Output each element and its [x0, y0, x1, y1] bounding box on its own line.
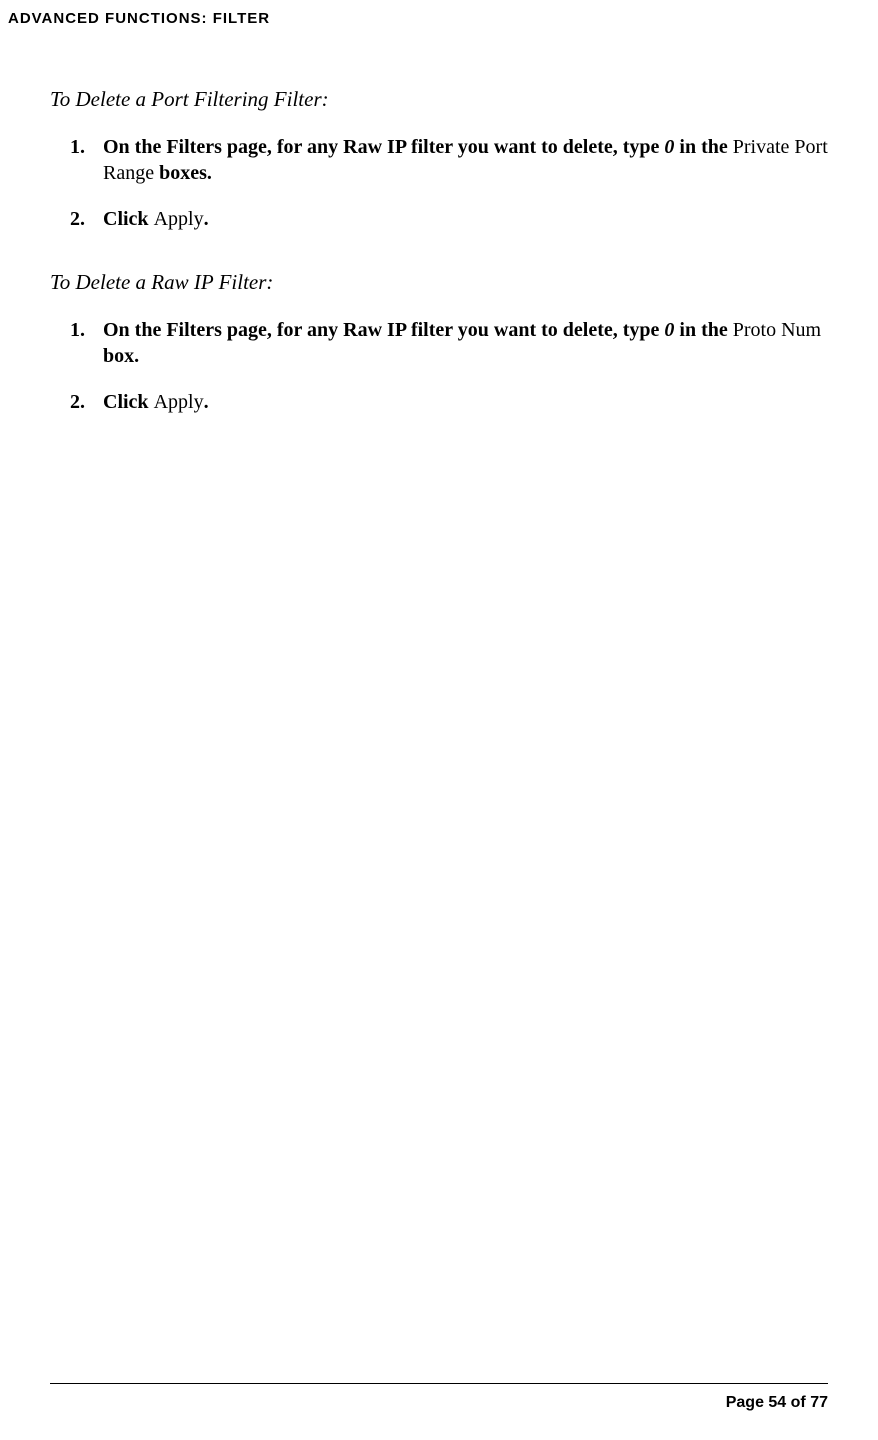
page-content: To Delete a Port Filtering Filter:1.On t…: [0, 27, 878, 415]
item-body: Click Apply.: [103, 206, 828, 232]
item-number: 2.: [70, 389, 103, 415]
text-run: On the Filters page, for any Raw IP filt…: [103, 136, 664, 158]
section-block: To Delete a Port Filtering Filter: 1.On t…: [50, 87, 828, 232]
text-run: .: [204, 391, 209, 413]
text-run: Proto Num: [733, 319, 821, 341]
text-run: in the: [674, 136, 732, 158]
item-body: Click Apply.: [103, 389, 828, 415]
item-body: On the Filters page, for any Raw IP filt…: [103, 317, 828, 369]
page-header: ADVANCED FUNCTIONS: FILTER: [0, 0, 878, 27]
item-number: 1.: [70, 134, 103, 186]
footer-divider: [50, 1383, 828, 1384]
instruction-list: 1.On the Filters page, for any Raw IP fi…: [50, 317, 828, 415]
text-run: On the Filters page, for any Raw IP filt…: [103, 319, 664, 341]
instruction-item: 1.On the Filters page, for any Raw IP fi…: [70, 317, 828, 369]
header-title: ADVANCED FUNCTIONS: FILTER: [8, 10, 270, 27]
item-body: On the Filters page, for any Raw IP filt…: [103, 134, 828, 186]
instruction-item: 2.Click Apply.: [70, 206, 828, 232]
text-run: in the: [674, 319, 732, 341]
text-run: 0: [664, 136, 674, 158]
section-block: To Delete a Raw IP Filter: 1.On the Filte…: [50, 270, 828, 415]
section-title: To Delete a Raw IP Filter:: [50, 270, 828, 295]
text-run: Click: [103, 208, 154, 230]
text-run: Click: [103, 391, 154, 413]
text-run: Apply: [154, 391, 204, 413]
text-run: Apply: [154, 208, 204, 230]
text-run: .: [204, 208, 209, 230]
page-footer: Page 54 of 77: [50, 1383, 828, 1412]
instruction-item: 2.Click Apply.: [70, 389, 828, 415]
page-number: Page 54 of 77: [50, 1394, 828, 1412]
instruction-item: 1.On the Filters page, for any Raw IP fi…: [70, 134, 828, 186]
text-run: box.: [103, 345, 139, 367]
text-run: 0: [664, 319, 674, 341]
item-number: 2.: [70, 206, 103, 232]
text-run: boxes.: [154, 162, 212, 184]
item-number: 1.: [70, 317, 103, 369]
instruction-list: 1.On the Filters page, for any Raw IP fi…: [50, 134, 828, 232]
section-title: To Delete a Port Filtering Filter:: [50, 87, 828, 112]
